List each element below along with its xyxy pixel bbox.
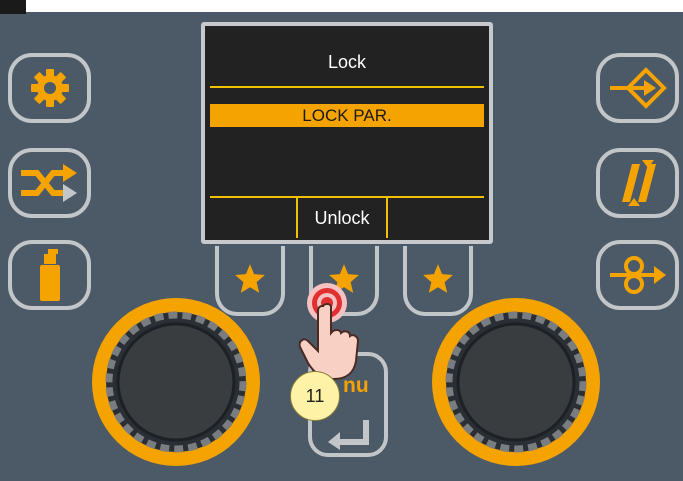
- left-rotary-knob[interactable]: [90, 296, 262, 468]
- unlock-softkey[interactable]: Unlock: [296, 198, 388, 238]
- gas-test-button[interactable]: [8, 240, 91, 310]
- spray-can-icon: [39, 249, 60, 301]
- title-divider: [210, 86, 484, 88]
- mode-switch-button[interactable]: [8, 148, 91, 218]
- wire-feed-button[interactable]: [596, 240, 679, 310]
- shuffle-icon: [20, 164, 77, 202]
- step-number-badge: 11: [290, 371, 340, 421]
- settings-button[interactable]: [8, 53, 91, 123]
- star-icon: [423, 264, 453, 293]
- wire-feed-icon: [609, 256, 666, 294]
- right-rotary-knob[interactable]: [430, 296, 602, 468]
- enter-button[interactable]: [596, 53, 679, 123]
- tap-hand-icon: [298, 283, 360, 381]
- enter-arrow-icon: [609, 67, 667, 109]
- lock-par-menu-item[interactable]: LOCK PAR.: [210, 104, 484, 127]
- star-icon: [235, 264, 265, 293]
- gear-icon: [30, 69, 69, 107]
- parameter-button[interactable]: [596, 148, 679, 218]
- double-slash-icon: [621, 160, 656, 206]
- display-screen: Lock LOCK PAR. Unlock: [201, 22, 493, 244]
- screen-title: Lock: [327, 52, 367, 72]
- back-arrow-icon: [328, 420, 369, 450]
- corner-mark: [0, 0, 26, 14]
